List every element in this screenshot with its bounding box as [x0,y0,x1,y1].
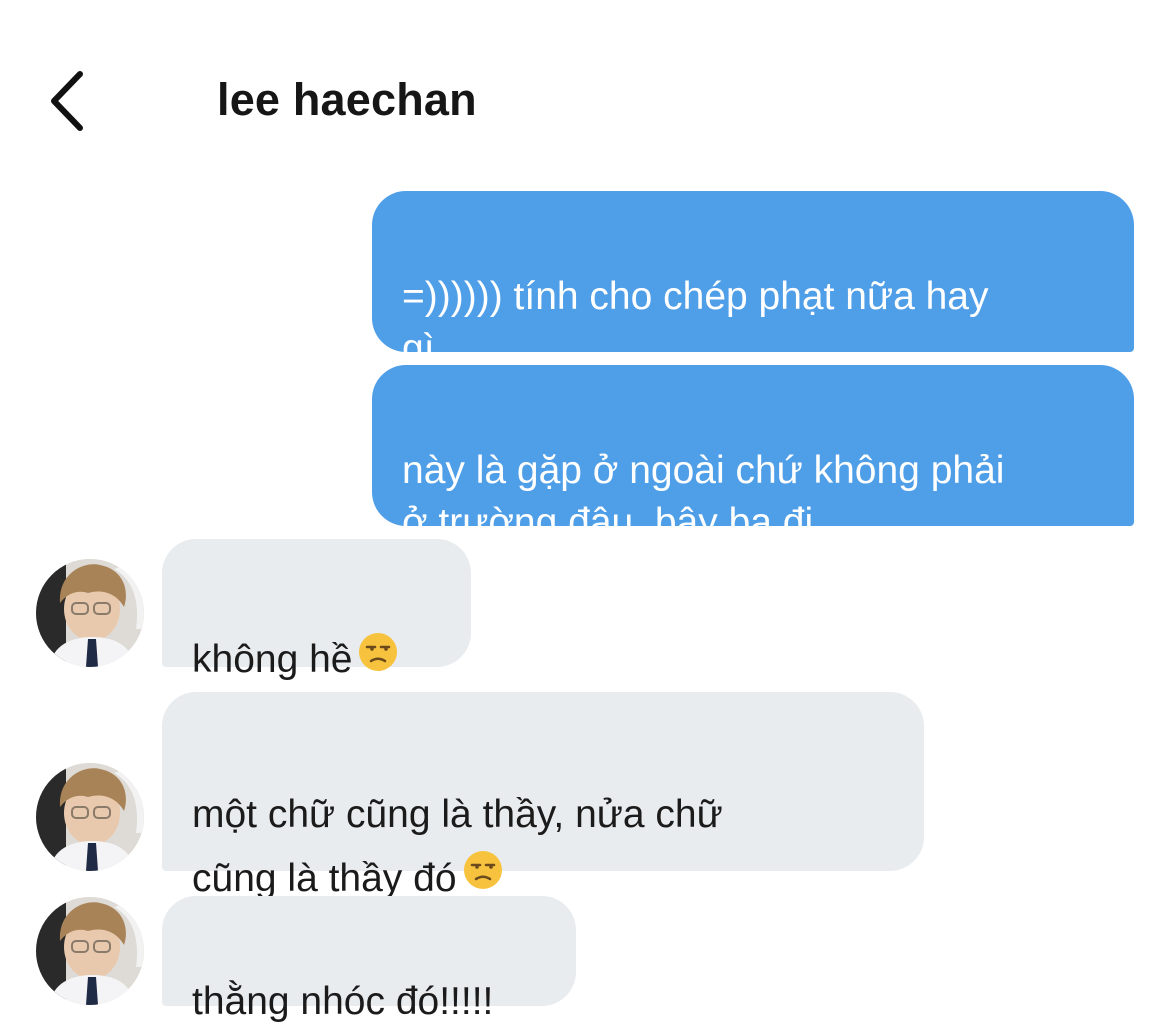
received-message[interactable]: thằng nhóc đó!!!!! [162,896,576,1023]
contact-avatar[interactable] [36,897,144,1005]
sent-message[interactable]: này là gặp ở ngoài chứ không phải ở trườ… [372,365,1134,544]
message-text: không hề [192,638,353,681]
contact-avatar[interactable] [36,559,144,667]
chat-title: lee haechan [217,74,477,125]
message-text: thằng nhóc đó!!!!! [192,980,494,1023]
chevron-left-icon [51,71,83,131]
chat-screen: lee haechan =)))))) tính cho chép phạt n… [0,0,1169,1025]
message-text: một chữ cũng là thầy, nửa chữ cũng là th… [192,793,723,900]
unamused-face-icon [358,632,398,686]
message-text: =)))))) tính cho chép phạt nữa hay gì [402,275,989,370]
back-button[interactable] [44,68,94,134]
received-message[interactable]: không hề [162,539,471,681]
contact-avatar[interactable] [36,763,144,871]
sent-message[interactable]: =)))))) tính cho chép phạt nữa hay gì [372,191,1134,370]
received-message[interactable]: một chữ cũng là thầy, nửa chữ cũng là th… [162,692,924,900]
message-text: này là gặp ở ngoài chứ không phải ở trườ… [402,449,1005,544]
